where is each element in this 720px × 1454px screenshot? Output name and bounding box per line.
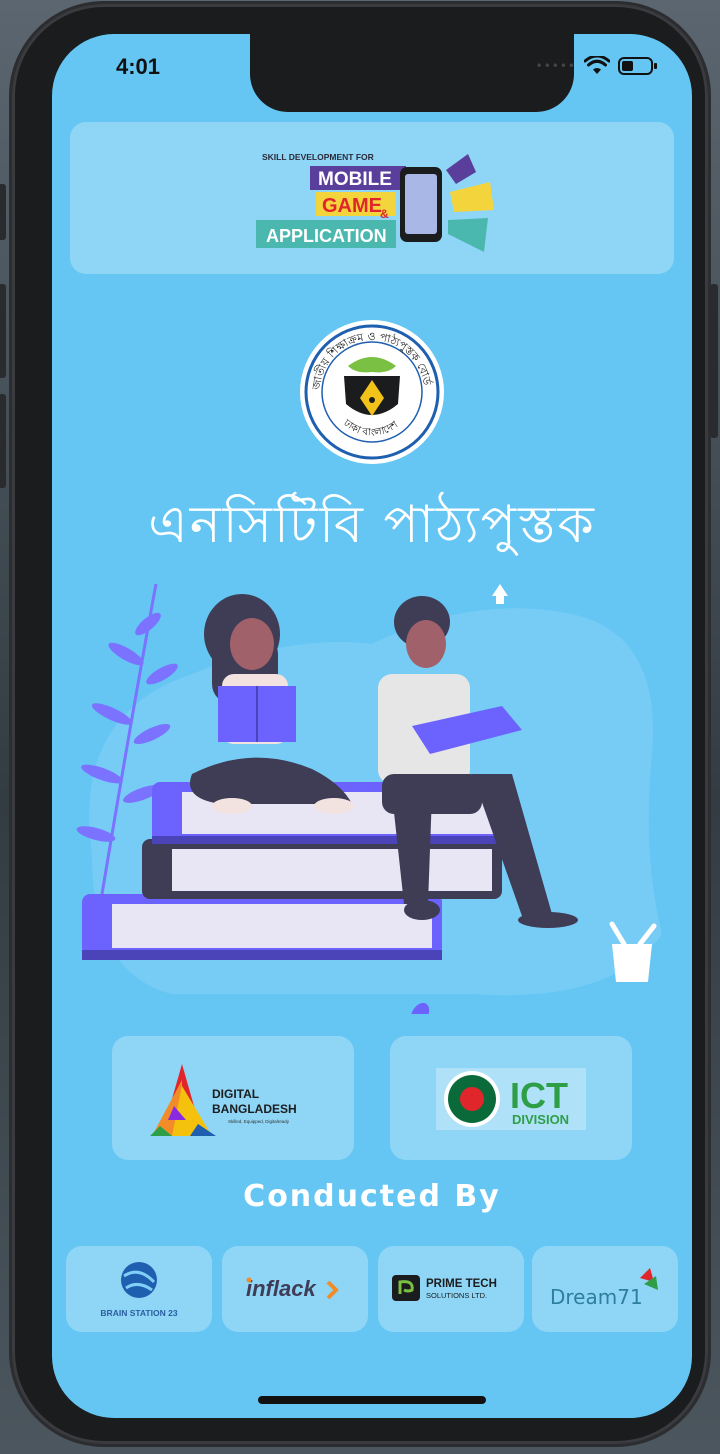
app-banner-card: SKILL DEVELOPMENT FOR MOBILE GAME & APPL… <box>70 122 674 274</box>
ict-title: ICT <box>510 1075 568 1116</box>
ict-division-card[interactable]: ICT DIVISION <box>390 1036 632 1160</box>
sponsor-inflack[interactable]: inflack <box>222 1246 368 1332</box>
phone-frame: 4:01 ••••• SKILL DEVELOPMENT FOR MOBILE … <box>0 4 718 1444</box>
digital-bangladesh-line2: BANGLADESH <box>212 1102 297 1116</box>
prime-tech-line2: SOLUTIONS LTD. <box>426 1291 487 1300</box>
volume-down-button <box>0 394 6 488</box>
status-time: 4:01 <box>116 54 161 79</box>
reading-illustration <box>76 583 663 1014</box>
brain-station-logo: BRAIN STATION 23 <box>100 1262 178 1318</box>
banner-line1: MOBILE <box>318 169 392 190</box>
banner-amp: & <box>380 207 389 221</box>
dream71-label: Dream71 <box>550 1285 643 1309</box>
home-indicator[interactable] <box>258 1396 486 1404</box>
signal-dots-icon: ••••• <box>535 59 576 73</box>
inflack-label: inflack <box>246 1276 317 1301</box>
mute-switch <box>0 184 6 240</box>
battery-icon <box>618 57 657 75</box>
digital-bangladesh-line1: DIGITAL <box>212 1087 259 1101</box>
brain-station-label: BRAIN STATION 23 <box>100 1308 177 1318</box>
power-button <box>710 284 718 438</box>
digital-bangladesh-logo: DIGITAL BANGLADESH Skilled, Equipped, Di… <box>150 1064 297 1136</box>
digital-bangladesh-tagline: Skilled, Equipped, Digitalready <box>228 1119 290 1124</box>
inflack-logo: inflack <box>246 1276 339 1301</box>
ict-division-logo: ICT DIVISION <box>436 1068 586 1130</box>
banner-line3: APPLICATION <box>266 226 387 246</box>
nctb-emblem-graphic: জাতীয় শিক্ষাক্রম ও পাঠ্যপুস্তক বোর্ড ঢা… <box>300 320 444 464</box>
nctb-emblem: জাতীয় শিক্ষাক্রম ও পাঠ্যপুস্তক বোর্ড ঢা… <box>298 318 446 466</box>
notch <box>250 34 574 112</box>
mobile-game-logo: SKILL DEVELOPMENT FOR MOBILE GAME & APPL… <box>256 152 494 252</box>
conducted-by-heading: Conducted By <box>243 1179 501 1214</box>
digital-bangladesh-card[interactable]: DIGITAL BANGLADESH Skilled, Equipped, Di… <box>112 1036 354 1160</box>
status-icons: ••••• <box>536 56 658 76</box>
ict-subtitle: DIVISION <box>512 1112 569 1127</box>
volume-up-button <box>0 284 6 378</box>
prime-tech-line1: PRIME TECH <box>426 1278 497 1290</box>
sponsor-brain-station[interactable]: BRAIN STATION 23 <box>66 1246 212 1332</box>
app-screen: 4:01 ••••• SKILL DEVELOPMENT FOR MOBILE … <box>52 34 692 1418</box>
wifi-icon <box>584 56 610 74</box>
prime-tech-logo: PRIME TECH SOLUTIONS LTD. <box>392 1275 497 1301</box>
banner-line2: GAME <box>322 195 382 217</box>
dream71-logo: Dream71 <box>550 1268 658 1309</box>
sponsor-prime-tech[interactable]: PRIME TECH SOLUTIONS LTD. <box>378 1246 524 1332</box>
sponsor-dream71[interactable]: Dream71 <box>532 1246 678 1332</box>
banner-tagline: SKILL DEVELOPMENT FOR <box>262 152 374 162</box>
